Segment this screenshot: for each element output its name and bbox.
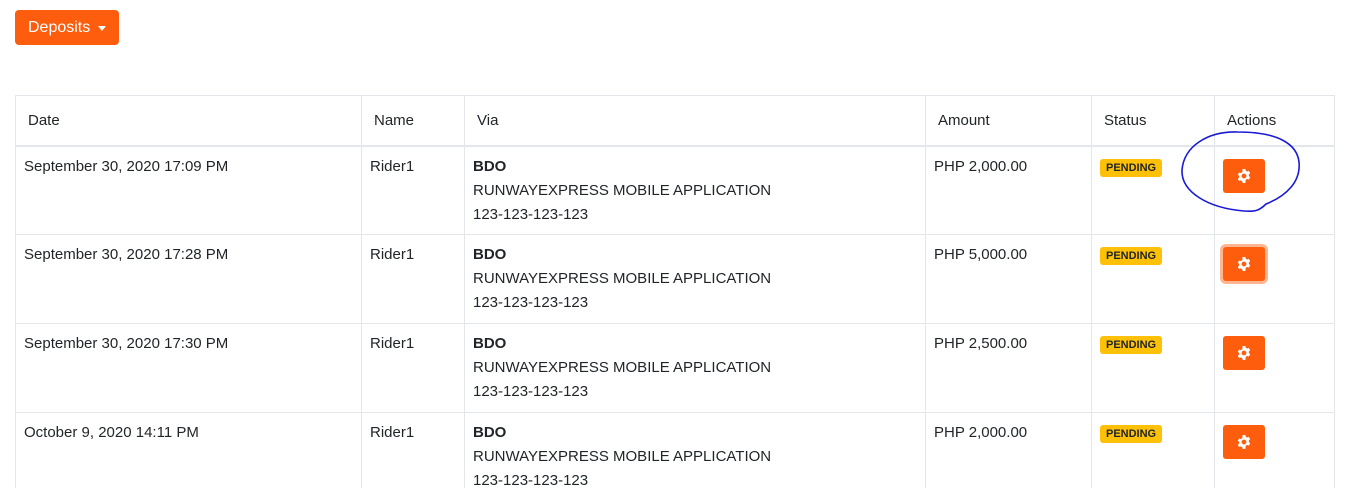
column-header-name: Name (361, 95, 465, 147)
cell-status: PENDING (1091, 145, 1215, 235)
cell-via: BDO RUNWAYEXPRESS MOBILE APPLICATION 123… (464, 323, 926, 413)
deposits-dropdown-button[interactable]: Deposits (15, 10, 120, 45)
via-bank: BDO (473, 424, 507, 441)
cell-status: PENDING (1091, 323, 1215, 413)
cell-amount: PHP 2,000.00 (925, 412, 1092, 488)
cell-name: Rider1 (361, 234, 465, 324)
via-account: RUNWAYEXPRESS MOBILE APPLICATION (473, 181, 772, 199)
via-account: RUNWAYEXPRESS MOBILE APPLICATION (473, 270, 772, 287)
column-header-date: Date (15, 95, 362, 147)
cell-status: PENDING (1091, 412, 1215, 488)
via-number: 123-123-123-123 (473, 294, 589, 311)
row-actions-button[interactable] (1223, 425, 1265, 459)
table-row: September 30, 2020 17:30 PM Rider1 BDO R… (15, 323, 1335, 413)
cell-via: BDO RUNWAYEXPRESS MOBILE APPLICATION 123… (464, 412, 926, 488)
row-actions-button[interactable] (1223, 247, 1265, 281)
status-badge: PENDING (1100, 336, 1163, 354)
cell-amount: PHP 2,000.00 (925, 145, 1092, 235)
cell-amount: PHP 2,500.00 (925, 323, 1092, 413)
gear-icon (1237, 346, 1251, 360)
via-bank: BDO (473, 335, 507, 352)
column-header-via: Via (464, 95, 926, 147)
row-actions-button[interactable] (1223, 158, 1265, 193)
status-badge: PENDING (1100, 425, 1163, 443)
caret-down-icon (98, 25, 107, 31)
status-badge: PENDING (1100, 158, 1163, 177)
cell-date: October 9, 2020 14:11 PM (15, 412, 362, 488)
column-header-status: Status (1091, 95, 1215, 147)
cell-name: Rider1 (361, 323, 465, 413)
cell-actions (1214, 412, 1335, 488)
row-actions-button[interactable] (1223, 336, 1265, 370)
cell-actions (1214, 145, 1335, 235)
table-row: September 30, 2020 17:09 PM Rider1 BDO R… (15, 145, 1335, 235)
cell-amount: PHP 5,000.00 (925, 234, 1092, 324)
via-number: 123-123-123-123 (473, 472, 589, 488)
deposits-table: Date Name Via Amount Status Actions Sept… (15, 95, 1335, 488)
cell-name: Rider1 (361, 145, 465, 235)
via-number: 123-123-123-123 (473, 205, 589, 223)
via-number: 123-123-123-123 (473, 383, 589, 400)
via-bank: BDO (473, 246, 507, 263)
cell-date: September 30, 2020 17:30 PM (15, 323, 362, 413)
cell-actions (1214, 234, 1335, 324)
gear-icon (1237, 435, 1251, 449)
table-header-row: Date Name Via Amount Status Actions (15, 95, 1335, 147)
table-row: October 9, 2020 14:11 PM Rider1 BDO RUNW… (15, 412, 1335, 488)
column-header-actions: Actions (1214, 95, 1335, 147)
cell-date: September 30, 2020 17:09 PM (15, 145, 362, 235)
cell-via: BDO RUNWAYEXPRESS MOBILE APPLICATION 123… (464, 234, 926, 324)
gear-icon (1237, 257, 1251, 271)
deposits-page: Deposits Date Name Via Amount Status Act… (0, 0, 1348, 488)
via-account: RUNWAYEXPRESS MOBILE APPLICATION (473, 359, 772, 376)
column-header-amount: Amount (925, 95, 1092, 147)
table-row: September 30, 2020 17:28 PM Rider1 BDO R… (15, 234, 1335, 324)
cell-actions (1214, 323, 1335, 413)
gear-icon (1237, 168, 1251, 183)
cell-name: Rider1 (361, 412, 465, 488)
via-account: RUNWAYEXPRESS MOBILE APPLICATION (473, 448, 772, 465)
cell-date: September 30, 2020 17:28 PM (15, 234, 362, 324)
cell-via: BDO RUNWAYEXPRESS MOBILE APPLICATION 123… (464, 145, 926, 235)
cell-status: PENDING (1091, 234, 1215, 324)
via-bank: BDO (473, 157, 507, 175)
status-badge: PENDING (1100, 247, 1163, 265)
deposits-dropdown-label: Deposits (28, 18, 91, 36)
